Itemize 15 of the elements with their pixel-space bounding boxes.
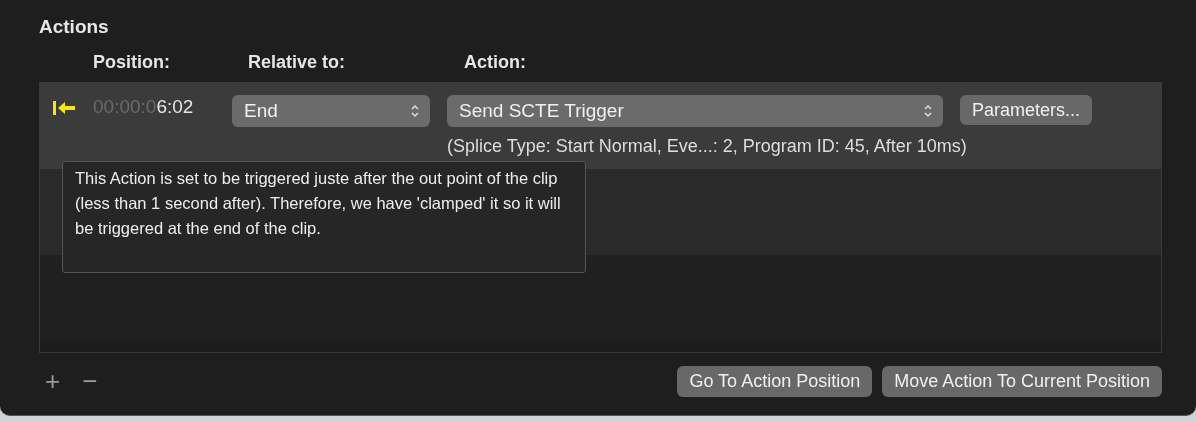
column-header: Position: — [92, 51, 171, 73]
section-title: Actions — [39, 16, 110, 39]
action-button[interactable]: Move Action To Current Position — [882, 365, 1162, 397]
column-header: Action: — [464, 51, 527, 73]
relative-to-dropdown[interactable]: End — [232, 95, 430, 127]
action-dropdown[interactable]: Send SCTE Trigger — [447, 95, 943, 127]
remove-button[interactable]: − — [76, 365, 104, 397]
chevron-icon — [410, 104, 420, 118]
parameters-button[interactable]: Parameters... — [960, 95, 1093, 125]
tooltip: This Action is set to be triggered juste after the out point of the clip (less than 1 second after). Therefore, we have 'clamped' it so it will be triggered at the end of the clip. — [62, 161, 586, 273]
add-button[interactable]: + — [39, 365, 67, 397]
chevron-icon — [923, 104, 933, 118]
column-header: Relative to: — [248, 51, 347, 73]
action-button[interactable]: Go To Action Position — [677, 365, 873, 397]
parameters-summary: (Splice Type: Start Normal, Eve...: 2, Program ID: 45, After 10ms) — [447, 136, 968, 157]
